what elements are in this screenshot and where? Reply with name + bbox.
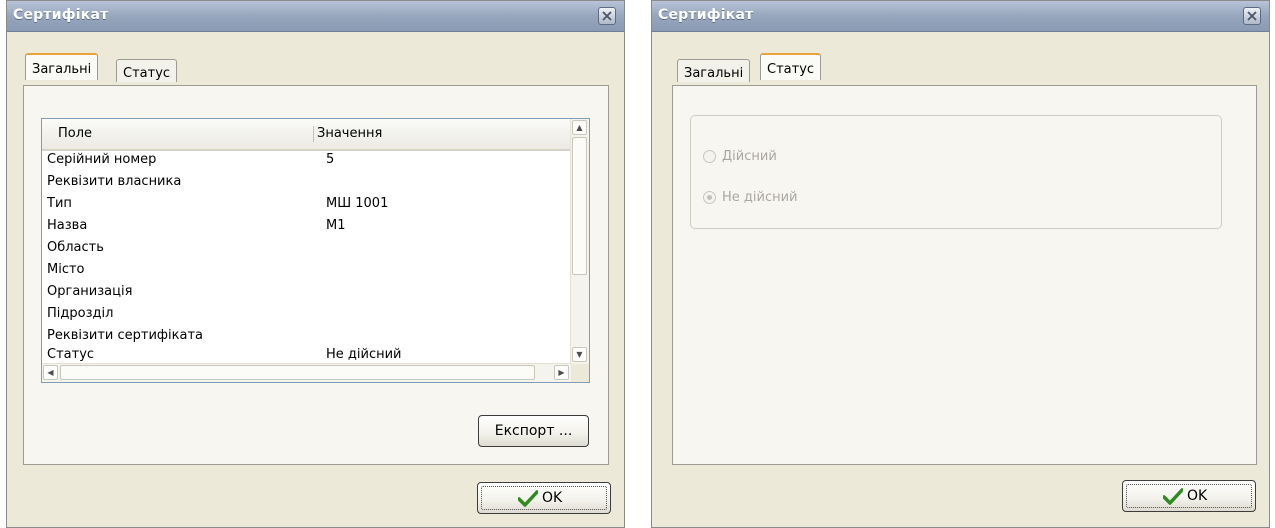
title-bar: Сертифікат	[7, 1, 624, 32]
list-item[interactable]: Реквізити власника	[42, 172, 572, 192]
ok-button-label: OK	[1187, 488, 1208, 504]
field-value: М1	[326, 218, 346, 233]
field-name: Серійний номер	[47, 152, 157, 167]
dialog-title: Сертифікат	[658, 7, 754, 23]
horizontal-scrollbar[interactable]: ◀ ▶	[42, 363, 572, 382]
tab-status-label: Статус	[123, 66, 171, 81]
status-group	[690, 115, 1222, 229]
scroll-down-icon[interactable]: ▼	[572, 347, 587, 362]
list-item[interactable]: Организація	[42, 282, 572, 302]
list-item[interactable]: Статус Не дійсний	[42, 345, 572, 365]
dialog-title: Сертифікат	[13, 7, 109, 23]
radio-button[interactable]	[703, 191, 716, 204]
list-item[interactable]: Область	[42, 238, 572, 258]
scroll-up-icon[interactable]: ▲	[572, 120, 587, 135]
field-value: Не дійсний	[326, 347, 402, 362]
list-item[interactable]: Тип МШ 1001	[42, 194, 572, 214]
close-button[interactable]	[598, 7, 616, 25]
ok-button[interactable]: OK	[1122, 480, 1256, 512]
tab-general[interactable]: Загальні	[25, 53, 99, 80]
column-separator[interactable]	[313, 126, 314, 142]
list-item[interactable]: Назва М1	[42, 216, 572, 236]
vertical-scrollbar[interactable]: ▲ ▼	[570, 119, 589, 364]
list-item[interactable]: Серійний номер 5	[42, 150, 572, 170]
tab-general[interactable]: Загальні	[677, 59, 751, 82]
close-icon	[602, 11, 612, 21]
field-name: Назва	[47, 218, 88, 233]
list-item[interactable]: Реквізити сертифіката	[42, 326, 572, 346]
export-button[interactable]: Експорт ...	[478, 415, 589, 447]
radio-invalid-label: Не дійсний	[722, 190, 798, 205]
scroll-right-icon[interactable]: ▶	[554, 365, 569, 380]
field-name: Тип	[47, 196, 72, 211]
close-button[interactable]	[1243, 7, 1261, 25]
field-name: Місто	[47, 262, 85, 277]
tab-status-label: Статус	[767, 62, 815, 77]
checkmark-icon	[518, 490, 538, 507]
vertical-scroll-thumb[interactable]	[572, 137, 587, 275]
tab-status[interactable]: Статус	[760, 53, 822, 80]
list-item[interactable]: Місто	[42, 260, 572, 280]
scrollbar-corner	[571, 364, 589, 382]
radio-valid-label: Дійсний	[722, 149, 777, 164]
field-name: Статус	[47, 347, 95, 362]
certificate-fields-list[interactable]: Поле Значення Серійний номер 5 Реквізити…	[41, 118, 590, 383]
field-name: Підрозділ	[47, 306, 114, 321]
column-header-field[interactable]: Поле	[58, 126, 92, 141]
scroll-left-icon[interactable]: ◀	[43, 365, 58, 380]
certificate-dialog-general: Сертифікат Загальні Статус Поле Значення…	[6, 0, 625, 528]
field-name: Организація	[47, 284, 133, 299]
column-header-value[interactable]: Значення	[317, 126, 382, 141]
horizontal-scroll-thumb[interactable]	[60, 365, 535, 380]
ok-button-label: OK	[542, 490, 563, 506]
tab-general-label: Загальні	[684, 66, 744, 81]
list-header: Поле Значення	[42, 119, 572, 151]
radio-button[interactable]	[703, 150, 716, 163]
checkmark-icon	[1163, 488, 1183, 505]
field-value: 5	[326, 152, 335, 167]
tab-general-label: Загальні	[32, 62, 92, 77]
certificate-dialog-status: Сертифікат Загальні Статус Дійсний Не ді…	[651, 0, 1270, 528]
close-icon	[1247, 11, 1257, 21]
field-name: Область	[47, 240, 104, 255]
ok-button[interactable]: OK	[477, 482, 611, 514]
field-value: МШ 1001	[326, 196, 389, 211]
tab-status[interactable]: Статус	[116, 59, 178, 82]
radio-selected-dot	[707, 195, 712, 200]
field-name: Реквізити власника	[47, 174, 182, 189]
list-item[interactable]: Підрозділ	[42, 304, 572, 324]
export-button-label: Експорт ...	[494, 423, 573, 439]
field-name: Реквізити сертифіката	[47, 328, 203, 343]
title-bar: Сертифікат	[652, 1, 1269, 32]
